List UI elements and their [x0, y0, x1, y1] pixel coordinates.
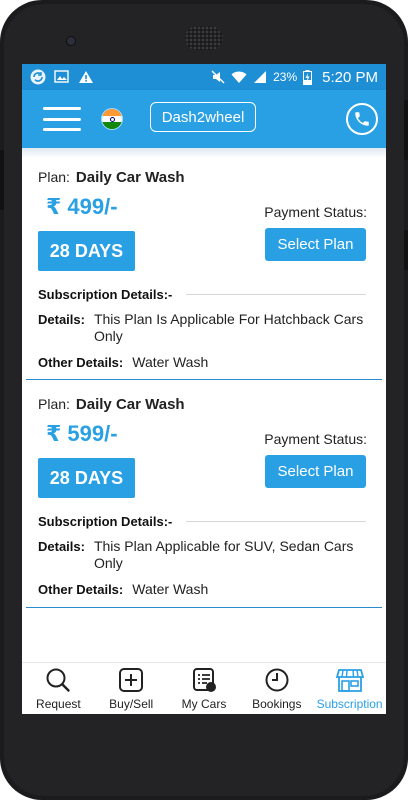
payment-status-label: Payment Status:: [264, 431, 367, 447]
divider: [186, 294, 366, 295]
search-icon: [44, 666, 72, 694]
image-notification-icon: [54, 70, 70, 84]
side-button: [404, 100, 408, 160]
signal-icon: [253, 70, 267, 84]
plan-card: Plan: Daily Car Wash ₹ 499/- 28 DAYS Pay…: [22, 158, 386, 380]
menu-icon[interactable]: [43, 107, 81, 131]
nav-item-my-cars[interactable]: My Cars: [168, 663, 241, 714]
bottom-nav: Request Buy/Sell My Cars Bookings Subscr…: [22, 662, 386, 714]
plan-label: Plan:: [38, 396, 70, 412]
list-icon: [190, 666, 218, 694]
nav-label: Buy/Sell: [109, 697, 154, 711]
front-camera: [66, 36, 76, 46]
nav-item-request[interactable]: Request: [22, 663, 95, 714]
plan-name: Daily Car Wash: [75, 169, 185, 186]
battery-charging-icon: [303, 69, 313, 85]
store-icon: [335, 666, 364, 694]
content-shadow: [22, 148, 386, 158]
card-divider: [26, 606, 382, 608]
mute-icon: [211, 70, 225, 84]
side-button: [404, 230, 408, 270]
subscription-details-label: Subscription Details:-: [38, 287, 173, 302]
nav-item-buy-sell[interactable]: Buy/Sell: [95, 663, 168, 714]
status-time: 5:20 PM: [322, 68, 378, 86]
warning-icon: [78, 70, 94, 84]
details-value: This Plan Applicable for SUV, Sedan Cars…: [93, 538, 354, 571]
payment-status-label: Payment Status:: [264, 204, 367, 220]
nav-label: Bookings: [252, 697, 302, 711]
select-plan-button[interactable]: Select Plan: [265, 228, 366, 261]
plan-card: Plan: Daily Car Wash ₹ 599/- 28 DAYS Pay…: [22, 380, 386, 608]
nav-item-subscription[interactable]: Subscription: [313, 663, 386, 714]
sync-icon: [30, 69, 46, 85]
status-bar: 23% 5:20 PM: [22, 64, 386, 90]
other-details-label: Other Details:: [38, 355, 124, 370]
plan-label: Plan:: [38, 169, 70, 185]
nav-item-bookings[interactable]: Bookings: [240, 663, 313, 714]
other-details-label: Other Details:: [38, 582, 124, 597]
plan-name: Daily Car Wash: [75, 396, 185, 413]
wifi-icon: [231, 70, 247, 84]
details-label: Details:: [38, 312, 85, 327]
plus-square-icon: [117, 666, 145, 694]
clock-icon: [263, 666, 291, 694]
divider: [186, 521, 366, 522]
nav-label: My Cars: [181, 697, 227, 711]
duration-badge: 28 DAYS: [38, 231, 135, 271]
details-label: Details:: [38, 539, 85, 554]
plan-price: ₹ 599/-: [46, 421, 118, 446]
other-details-value: Water Wash: [132, 354, 209, 370]
brand-button[interactable]: Dash2wheel: [150, 102, 256, 132]
app-bar: Dash2wheel: [22, 90, 386, 148]
side-button: [0, 150, 4, 210]
other-details-value: Water Wash: [132, 581, 209, 597]
battery-percent: 23%: [273, 70, 298, 84]
duration-badge: 28 DAYS: [38, 458, 135, 498]
india-flag-icon[interactable]: [101, 108, 123, 130]
details-value: This Plan Is Applicable For Hatchback Ca…: [93, 311, 364, 344]
screen: 23% 5:20 PM Dash2wheel Plan: Daily Car W…: [22, 64, 386, 714]
subscription-details-label: Subscription Details:-: [38, 514, 173, 529]
select-plan-button[interactable]: Select Plan: [265, 455, 366, 488]
nav-label: Subscription: [316, 697, 383, 711]
nav-label: Request: [36, 697, 81, 711]
plan-list[interactable]: Plan: Daily Car Wash ₹ 499/- 28 DAYS Pay…: [22, 148, 386, 662]
plan-price: ₹ 499/-: [46, 194, 118, 219]
phone-frame: 23% 5:20 PM Dash2wheel Plan: Daily Car W…: [0, 0, 408, 800]
phone-icon[interactable]: [346, 103, 378, 135]
earpiece-speaker: [185, 26, 223, 50]
